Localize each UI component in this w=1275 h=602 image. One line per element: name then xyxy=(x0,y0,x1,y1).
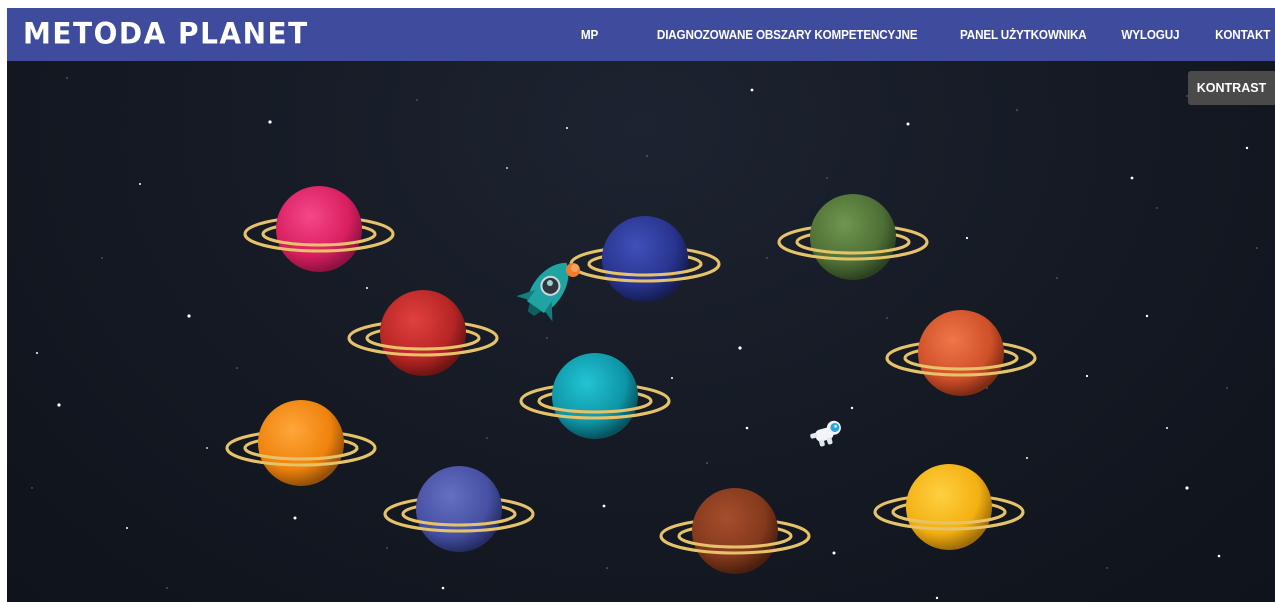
main-nav: MP DIAGNOZOWANE OBSZARY KOMPETENCYJNE PA… xyxy=(579,8,1275,61)
planet-brown[interactable] xyxy=(657,486,813,586)
planet-magenta[interactable] xyxy=(241,184,397,284)
brand-logo[interactable]: METODA PLANET xyxy=(23,15,309,53)
contrast-button[interactable]: KONTRAST xyxy=(1188,71,1275,105)
nav-item-kontakt[interactable]: KONTAKT xyxy=(1215,27,1270,42)
astronaut-icon[interactable] xyxy=(807,418,845,448)
planet-red[interactable] xyxy=(345,288,501,388)
nav-item-obszary[interactable]: DIAGNOZOWANE OBSZARY KOMPETENCYJNE xyxy=(657,27,918,42)
top-navbar: METODA PLANET MP DIAGNOZOWANE OBSZARY KO… xyxy=(7,8,1275,61)
rocket-icon[interactable] xyxy=(517,248,585,322)
planet-orange[interactable] xyxy=(223,398,379,498)
planet-green[interactable] xyxy=(775,192,931,292)
nav-item-wyloguj[interactable]: WYLOGUJ xyxy=(1122,27,1180,42)
nav-item-panel[interactable]: PANEL UŻYTKOWNIKA xyxy=(960,27,1087,42)
nav-item-mp[interactable]: MP xyxy=(581,27,598,42)
planet-yellow[interactable] xyxy=(871,462,1027,562)
app-window: METODA PLANET MP DIAGNOZOWANE OBSZARY KO… xyxy=(7,8,1275,602)
planet-navy[interactable] xyxy=(567,214,723,314)
planet-coral[interactable] xyxy=(883,308,1039,408)
planet-teal[interactable] xyxy=(517,351,673,451)
planet-indigo[interactable] xyxy=(381,464,537,564)
